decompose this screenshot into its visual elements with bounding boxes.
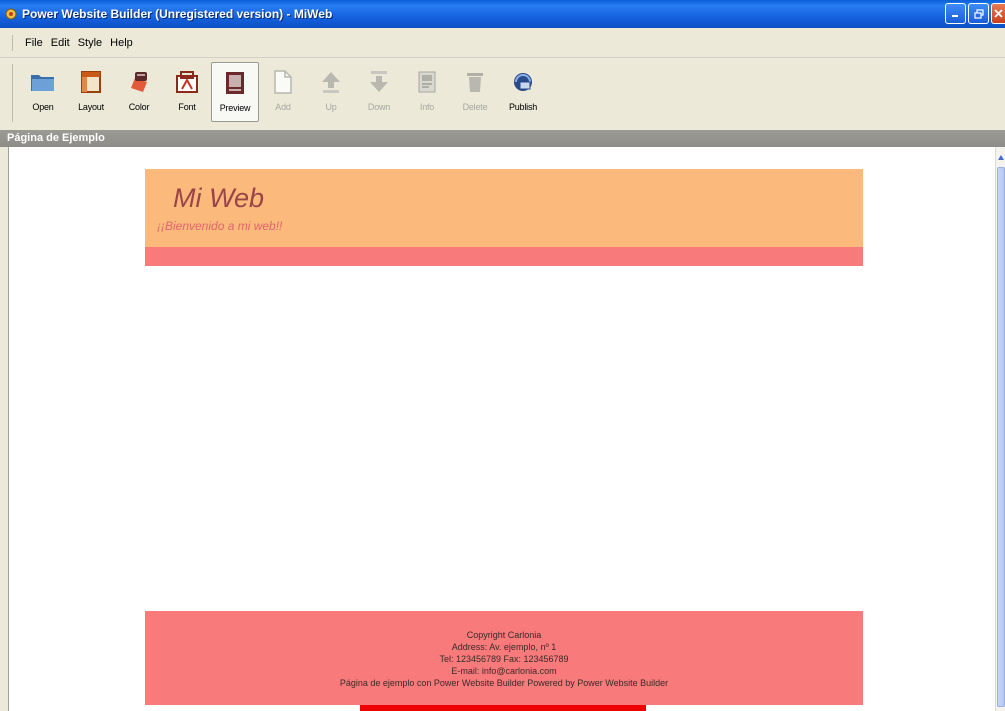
font-label: Font xyxy=(178,102,196,112)
info-button[interactable]: Info xyxy=(403,62,451,122)
footer-phone: Tel: 123456789 Fax: 123456789 xyxy=(439,654,569,664)
info-icon xyxy=(413,68,441,96)
app-icon xyxy=(5,8,17,20)
menu-edit[interactable]: Edit xyxy=(47,35,74,51)
restore-icon xyxy=(973,8,984,19)
publish-button[interactable]: Publish xyxy=(499,62,547,122)
add-button[interactable]: Add xyxy=(259,62,307,122)
minimize-button[interactable] xyxy=(945,3,966,24)
open-button[interactable]: Open xyxy=(19,62,67,122)
preview-pane[interactable]: Mi Web ¡¡Bienvenido a mi web!! Copyright… xyxy=(8,147,995,711)
arrow-up-icon xyxy=(317,68,345,96)
footer-bottom-bar xyxy=(360,705,646,711)
color-button[interactable]: Color xyxy=(115,62,163,122)
preview-icon xyxy=(221,69,249,97)
toolbar: Open Layout Color Font Preview Add Up Do… xyxy=(0,58,1005,128)
menubar-grip xyxy=(12,34,15,51)
delete-label: Delete xyxy=(462,102,488,112)
font-button[interactable]: Font xyxy=(163,62,211,122)
toolbar-grip xyxy=(12,64,15,122)
up-label: Up xyxy=(325,102,337,112)
vertical-scrollbar[interactable] xyxy=(995,147,1005,711)
menu-file[interactable]: File xyxy=(21,35,47,51)
footer-copyright: Copyright Carlonia xyxy=(466,630,542,640)
folder-icon xyxy=(29,68,57,96)
delete-icon xyxy=(461,68,489,96)
restore-button[interactable] xyxy=(968,3,989,24)
title-bar[interactable]: Power Website Builder (Unregistered vers… xyxy=(0,0,1005,28)
font-icon xyxy=(173,68,201,96)
layout-button[interactable]: Layout xyxy=(67,62,115,122)
down-label: Down xyxy=(367,102,391,112)
close-icon xyxy=(994,9,1003,18)
minimize-icon xyxy=(952,15,958,17)
site-header: Mi Web ¡¡Bienvenido a mi web!! xyxy=(145,169,863,247)
site-footer: Copyright Carlonia Address: Av. ejemplo,… xyxy=(145,611,863,705)
site-title: Mi Web xyxy=(173,183,265,213)
menu-style[interactable]: Style xyxy=(74,35,106,51)
scroll-thumb[interactable] xyxy=(997,167,1005,707)
publish-label: Publish xyxy=(508,102,538,112)
layout-icon xyxy=(77,68,105,96)
app-window: Power Website Builder (Unregistered vers… xyxy=(0,0,1005,711)
color-label: Color xyxy=(128,102,150,112)
footer-credit: Página de ejemplo con Power Website Buil… xyxy=(339,678,669,688)
down-button[interactable]: Down xyxy=(355,62,403,122)
footer-email: E-mail: info@carlonia.com xyxy=(451,666,557,676)
site-welcome: ¡¡Bienvenido a mi web!! xyxy=(157,219,283,233)
layout-label: Layout xyxy=(78,102,104,112)
publish-icon xyxy=(509,68,537,96)
add-label: Add xyxy=(275,102,291,112)
up-button[interactable]: Up xyxy=(307,62,355,122)
close-button[interactable] xyxy=(991,3,1005,24)
delete-button[interactable]: Delete xyxy=(451,62,499,122)
footer-address: Address: Av. ejemplo, nº 1 xyxy=(451,642,557,652)
arrow-down-icon xyxy=(365,68,393,96)
preview-label: Preview xyxy=(219,103,251,113)
window-title: Power Website Builder (Unregistered vers… xyxy=(22,7,333,21)
page-tab-header: Página de Ejemplo xyxy=(0,130,1005,147)
header-band xyxy=(145,247,863,266)
add-page-icon xyxy=(269,68,297,96)
menu-help[interactable]: Help xyxy=(106,35,137,51)
color-icon xyxy=(125,68,153,96)
scroll-up-icon[interactable] xyxy=(998,155,1004,160)
open-label: Open xyxy=(32,102,54,112)
preview-button[interactable]: Preview xyxy=(211,62,259,122)
info-label: Info xyxy=(419,102,435,112)
menu-bar: File Edit Style Help xyxy=(0,28,1005,58)
